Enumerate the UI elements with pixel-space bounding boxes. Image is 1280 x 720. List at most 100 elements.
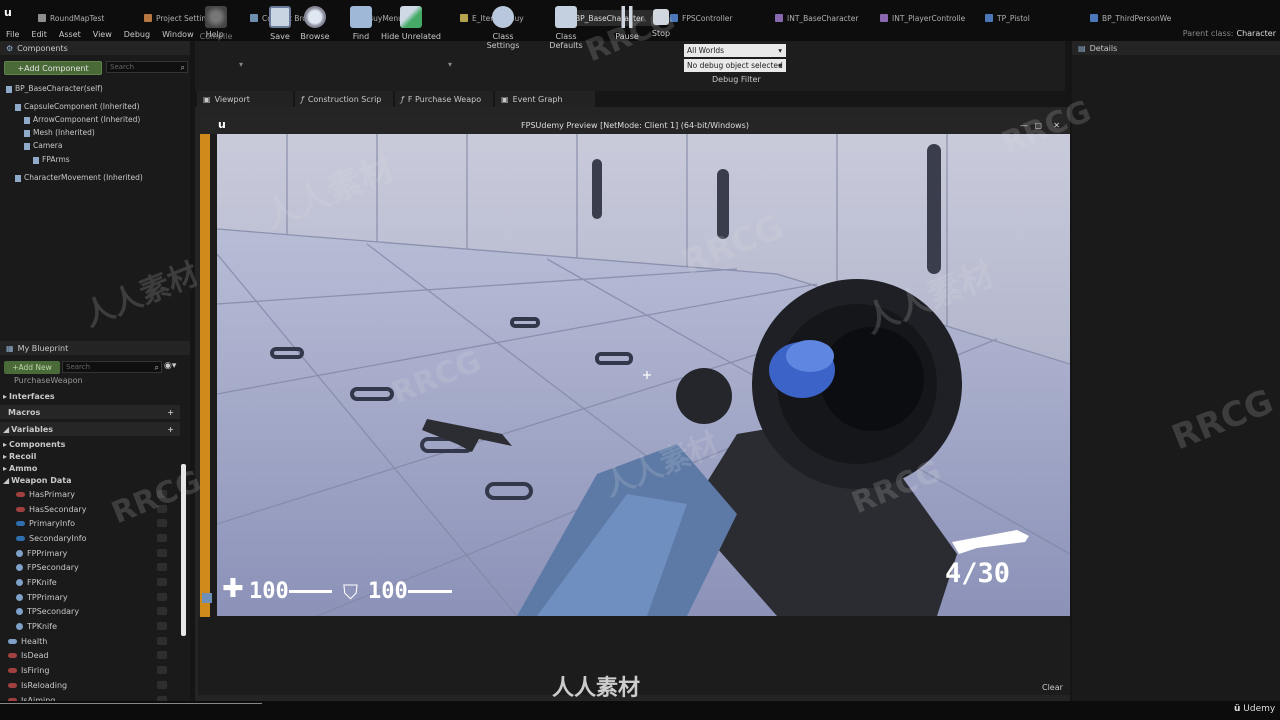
variable-visibility-icon[interactable]	[157, 534, 167, 542]
editor-tab[interactable]: ▣ Viewport	[197, 91, 293, 107]
variable-type-icon	[16, 578, 23, 586]
menu-file[interactable]: File	[0, 30, 25, 39]
variable-visibility-icon[interactable]	[157, 578, 167, 586]
variable-item[interactable]: IsFiring	[0, 663, 180, 677]
variable-item[interactable]: FPKnife	[0, 575, 180, 589]
variable-type-icon	[8, 682, 17, 688]
health-bar	[289, 590, 332, 593]
editor-tab[interactable]: ƒF Purchase Weapo	[395, 91, 493, 107]
document-tab[interactable]: BP_ThirdPersonWe	[1084, 10, 1179, 26]
status-bar: ü Udemy	[0, 701, 1280, 720]
tab-asset-icon	[775, 14, 783, 22]
variable-item[interactable]: FPSecondary	[0, 560, 180, 574]
compile-options-arrow[interactable]: ▾	[239, 60, 243, 69]
component-tree-item[interactable]: ArrowComponent (Inherited)	[24, 115, 140, 124]
components-panel-tab[interactable]: ⚙ Components	[0, 41, 190, 55]
variable-item[interactable]: IsReloading	[0, 678, 180, 692]
add-macro-icon[interactable]: +	[167, 408, 174, 417]
function-icon: ƒ	[401, 94, 404, 104]
hide-unrelated-button[interactable]: Hide Unrelated	[380, 4, 442, 48]
variable-item[interactable]: Health	[0, 634, 180, 648]
variable-visibility-icon[interactable]	[157, 666, 167, 674]
variable-visibility-icon[interactable]	[157, 651, 167, 659]
menu-view[interactable]: View	[87, 30, 118, 39]
watermark-logo-text: 人人素材	[552, 676, 641, 701]
menu-asset[interactable]: Asset	[53, 30, 87, 39]
document-tab[interactable]: RoundMapTest	[32, 10, 132, 26]
component-tree-item[interactable]: CapsuleComponent (Inherited)	[15, 102, 140, 111]
find-button[interactable]: Find	[338, 4, 384, 48]
variable-visibility-icon[interactable]	[157, 563, 167, 571]
variable-type-icon	[8, 652, 17, 658]
tab-asset-icon	[1090, 14, 1098, 22]
blueprint-search-input[interactable]: Search ⌕	[62, 361, 162, 373]
hide-unrelated-options-arrow[interactable]: ▾	[448, 60, 452, 69]
scroll-progress	[0, 703, 262, 704]
browse-button[interactable]: Browse	[292, 4, 338, 48]
component-tree-item[interactable]: Camera	[24, 141, 62, 150]
menu-debug[interactable]: Debug	[118, 30, 156, 39]
section-macros[interactable]: Macros +	[0, 405, 180, 419]
tab-asset-icon	[38, 14, 46, 22]
editor-tab[interactable]: ƒ Construction Scrip	[295, 91, 393, 107]
details-panel: ▤ Details	[1072, 41, 1280, 701]
component-search-input[interactable]: Search ⌕	[106, 61, 188, 73]
variable-item[interactable]: TPPrimary	[0, 590, 180, 604]
variable-item[interactable]: PrimaryInfo	[0, 516, 180, 530]
add-component-button[interactable]: +Add Component	[4, 61, 102, 75]
document-tab[interactable]: INT_BaseCharacter	[769, 10, 869, 26]
variable-visibility-icon[interactable]	[157, 622, 167, 630]
component-tree-item[interactable]: Mesh (Inherited)	[24, 128, 95, 137]
armor-bar	[408, 590, 452, 593]
search-icon: ⌕	[180, 63, 185, 72]
variable-type-icon	[16, 535, 25, 541]
my-blueprint-panel-tab[interactable]: ▦ My Blueprint	[0, 341, 190, 355]
editor-tab[interactable]: ▣ Event Graph	[495, 91, 595, 107]
document-tab[interactable]: TP_Pistol	[979, 10, 1079, 26]
menu-edit[interactable]: Edit	[25, 30, 53, 39]
variable-item[interactable]: SecondaryInfo	[0, 531, 180, 545]
parent-class-label: Parent class: Character	[1182, 29, 1277, 38]
partial-function-item[interactable]: PurchaseWeapon	[0, 375, 180, 385]
parent-class-value[interactable]: Character	[1237, 29, 1277, 38]
variable-item[interactable]: IsDead	[0, 648, 180, 662]
variable-type-icon	[16, 563, 23, 571]
add-variable-icon[interactable]: +	[167, 425, 174, 434]
class-settings-button[interactable]: Class Settings	[476, 4, 530, 50]
debug-object-select[interactable]: No debug object selected ▾	[684, 59, 786, 72]
component-tree-item[interactable]: BP_BaseCharacter(self)	[6, 84, 103, 93]
armor-shield-icon: ⛉	[343, 580, 358, 604]
variable-visibility-icon[interactable]	[157, 593, 167, 601]
component-icon	[15, 103, 21, 111]
tab-asset-icon	[460, 14, 468, 22]
udemy-logo: ü Udemy	[1234, 704, 1276, 714]
tab-asset-icon	[880, 14, 888, 22]
variable-visibility-icon[interactable]	[157, 681, 167, 689]
console-clear-button[interactable]: Clear	[1042, 683, 1063, 692]
variable-item[interactable]: TPSecondary	[0, 604, 180, 618]
visibility-eye-icon[interactable]: ◉▾	[164, 361, 176, 371]
variable-visibility-icon[interactable]	[157, 607, 167, 615]
variable-item[interactable]: TPKnife	[0, 619, 180, 633]
variable-visibility-icon[interactable]	[157, 637, 167, 645]
document-tab[interactable]: INT_PlayerControlle	[874, 10, 974, 26]
section-interfaces[interactable]: ▸ Interfaces	[0, 389, 180, 403]
variable-type-icon	[8, 638, 17, 644]
component-tree-item[interactable]: FPArms	[33, 155, 70, 164]
add-new-button[interactable]: +Add New	[4, 361, 60, 374]
variable-visibility-icon[interactable]	[157, 519, 167, 527]
compile-icon	[205, 6, 227, 28]
compile-button[interactable]: Compile	[193, 4, 239, 48]
details-panel-tab[interactable]: ▤ Details	[1072, 41, 1280, 55]
debug-filter-label: Debug Filter	[712, 75, 761, 84]
expand-arrow-icon: ▸	[3, 391, 8, 401]
world-select[interactable]: All Worlds ▾	[684, 44, 786, 57]
component-icon	[24, 129, 30, 137]
variable-type-icon	[8, 667, 17, 673]
output-log-icon	[202, 593, 212, 603]
component-tree-item[interactable]: CharacterMovement (Inherited)	[15, 173, 143, 182]
variable-item[interactable]: FPPrimary	[0, 546, 180, 560]
variable-visibility-icon[interactable]	[157, 549, 167, 557]
variable-type-icon	[16, 607, 23, 615]
section-variables[interactable]: ◢ Variables +	[0, 422, 180, 436]
